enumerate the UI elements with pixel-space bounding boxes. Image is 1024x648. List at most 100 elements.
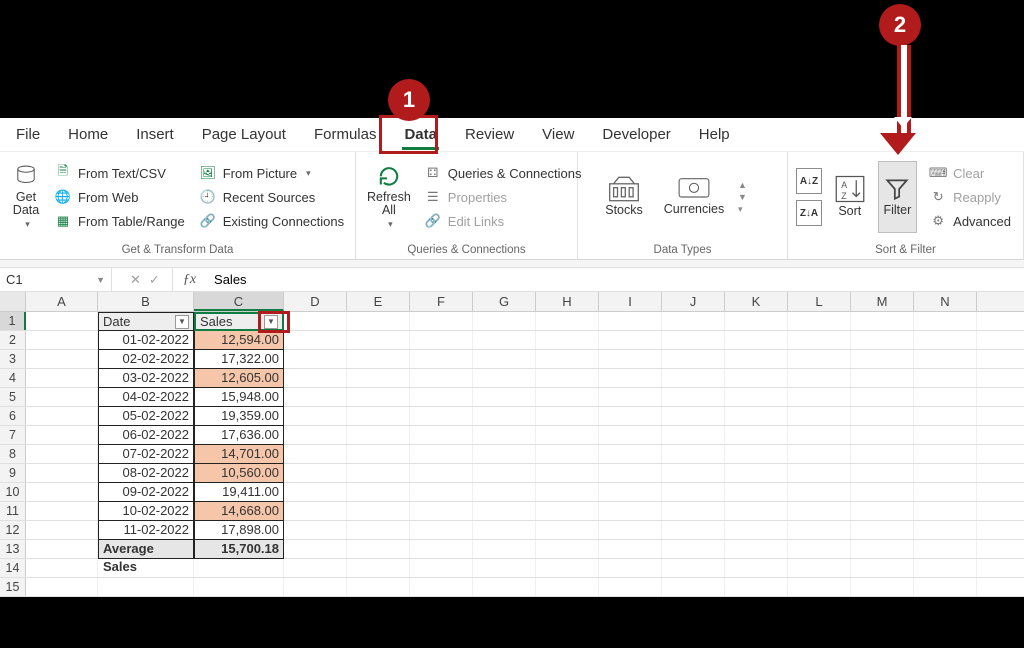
cell-blank[interactable] [410,578,473,596]
cell-blank[interactable] [662,350,725,368]
cell-blank[interactable] [851,502,914,520]
column-header-L[interactable]: L [788,292,851,311]
row-header-5[interactable]: 5 [0,388,26,406]
cell-blank[interactable] [914,521,977,539]
cell-blank[interactable] [347,312,410,330]
cell-blank[interactable] [347,350,410,368]
currencies-button[interactable]: Currencies [668,161,720,233]
cell-blank[interactable] [851,578,914,596]
cell-blank[interactable] [725,502,788,520]
cell-blank[interactable] [914,578,977,596]
cell-blank[interactable] [347,369,410,387]
name-box[interactable]: C1 ▼ [0,268,112,291]
from-table-range-button[interactable]: ▦From Table/Range [50,209,189,233]
worksheet[interactable]: ABCDEFGHIJKLMN 1 Date ▼ Sales ▼ 2 01-02-… [0,292,1024,597]
cell-blank[interactable] [914,559,977,577]
cell-blank[interactable] [284,540,347,558]
cell-blank[interactable] [788,521,851,539]
expand-icon[interactable]: ▾ [738,204,747,215]
cell-blank[interactable] [473,312,536,330]
cell-blank[interactable] [410,407,473,425]
cell-blank[interactable] [788,407,851,425]
cell-blank[interactable] [851,331,914,349]
cancel-icon[interactable]: ✕ [130,272,141,288]
cell-blank[interactable] [347,445,410,463]
cell-B11-date[interactable]: 10-02-2022 [98,502,194,521]
cell-C6-sales[interactable]: 19,359.00 [194,407,284,426]
cell-blank[interactable] [347,521,410,539]
cell-blank[interactable] [410,426,473,444]
cell-A2[interactable] [26,331,98,349]
cell-C11-sales[interactable]: 14,668.00 [194,502,284,521]
cell-A3[interactable] [26,350,98,368]
tab-review[interactable]: Review [453,120,526,149]
tab-file[interactable]: File [4,120,52,149]
cell-blank[interactable] [347,331,410,349]
cell-blank[interactable] [284,445,347,463]
cell-blank[interactable] [662,483,725,501]
cell-blank[interactable] [788,445,851,463]
cell-blank[interactable] [536,578,599,596]
cell-blank[interactable] [536,483,599,501]
cell-C13-avg-value[interactable]: 15,700.18 [194,540,284,559]
cell-blank[interactable] [410,521,473,539]
cell-A9[interactable] [26,464,98,482]
cell-blank[interactable] [284,483,347,501]
cell-blank[interactable] [410,502,473,520]
cell-blank[interactable] [725,559,788,577]
cell-blank[interactable] [473,521,536,539]
cell-blank[interactable] [473,483,536,501]
cell-blank[interactable] [914,426,977,444]
cell-blank[interactable] [599,312,662,330]
cell-A6[interactable] [26,407,98,425]
filter-button[interactable]: Filter [878,161,918,233]
cell-blank[interactable] [284,464,347,482]
fx-icon[interactable]: ƒx [173,272,206,288]
column-header-N[interactable]: N [914,292,977,311]
cell-blank[interactable] [851,445,914,463]
cell-blank[interactable] [725,521,788,539]
cell-blank[interactable] [788,502,851,520]
cell-C10-sales[interactable]: 19,411.00 [194,483,284,502]
cell-C3-sales[interactable]: 17,322.00 [194,350,284,369]
row-header-15[interactable]: 15 [0,578,26,596]
tab-data[interactable]: Data [392,120,449,149]
cell-blank[interactable] [725,369,788,387]
cell-blank[interactable] [473,388,536,406]
row-header-9[interactable]: 9 [0,464,26,482]
scroll-down-icon[interactable]: ▼ [738,192,747,202]
row-header-2[interactable]: 2 [0,331,26,349]
cell-blank[interactable] [410,388,473,406]
cell-blank[interactable] [536,502,599,520]
refresh-all-button[interactable]: Refresh All [364,161,414,233]
cell-blank[interactable] [788,559,851,577]
cell-blank[interactable] [536,521,599,539]
cell-blank[interactable] [599,521,662,539]
cell-blank[interactable] [662,521,725,539]
scroll-up-icon[interactable]: ▲ [738,180,747,190]
sort-desc-button[interactable]: Z↓A [796,200,822,226]
cell-blank[interactable] [599,464,662,482]
cell-blank[interactable] [851,407,914,425]
cell-blank[interactable] [599,445,662,463]
cell-blank[interactable] [851,426,914,444]
cell-blank[interactable] [851,540,914,558]
cell-blank[interactable] [725,407,788,425]
row-header-11[interactable]: 11 [0,502,26,520]
cell-C8-sales[interactable]: 14,701.00 [194,445,284,464]
cell-blank[interactable] [662,502,725,520]
cell-blank[interactable] [788,426,851,444]
cell-blank[interactable] [410,312,473,330]
cell-blank[interactable] [536,407,599,425]
existing-connections-button[interactable]: 🔗Existing Connections [195,209,348,233]
cell-blank[interactable] [473,502,536,520]
queries-connections-button[interactable]: ⚃Queries & Connections [420,161,586,185]
cell-blank[interactable] [536,331,599,349]
cell-blank[interactable] [410,483,473,501]
cell-blank[interactable] [473,407,536,425]
cell-blank[interactable] [662,331,725,349]
column-header-M[interactable]: M [851,292,914,311]
row-header-14[interactable]: 14 [0,559,26,577]
cell-blank[interactable] [347,502,410,520]
cell-C1-sales-header[interactable]: Sales ▼ [194,312,284,331]
